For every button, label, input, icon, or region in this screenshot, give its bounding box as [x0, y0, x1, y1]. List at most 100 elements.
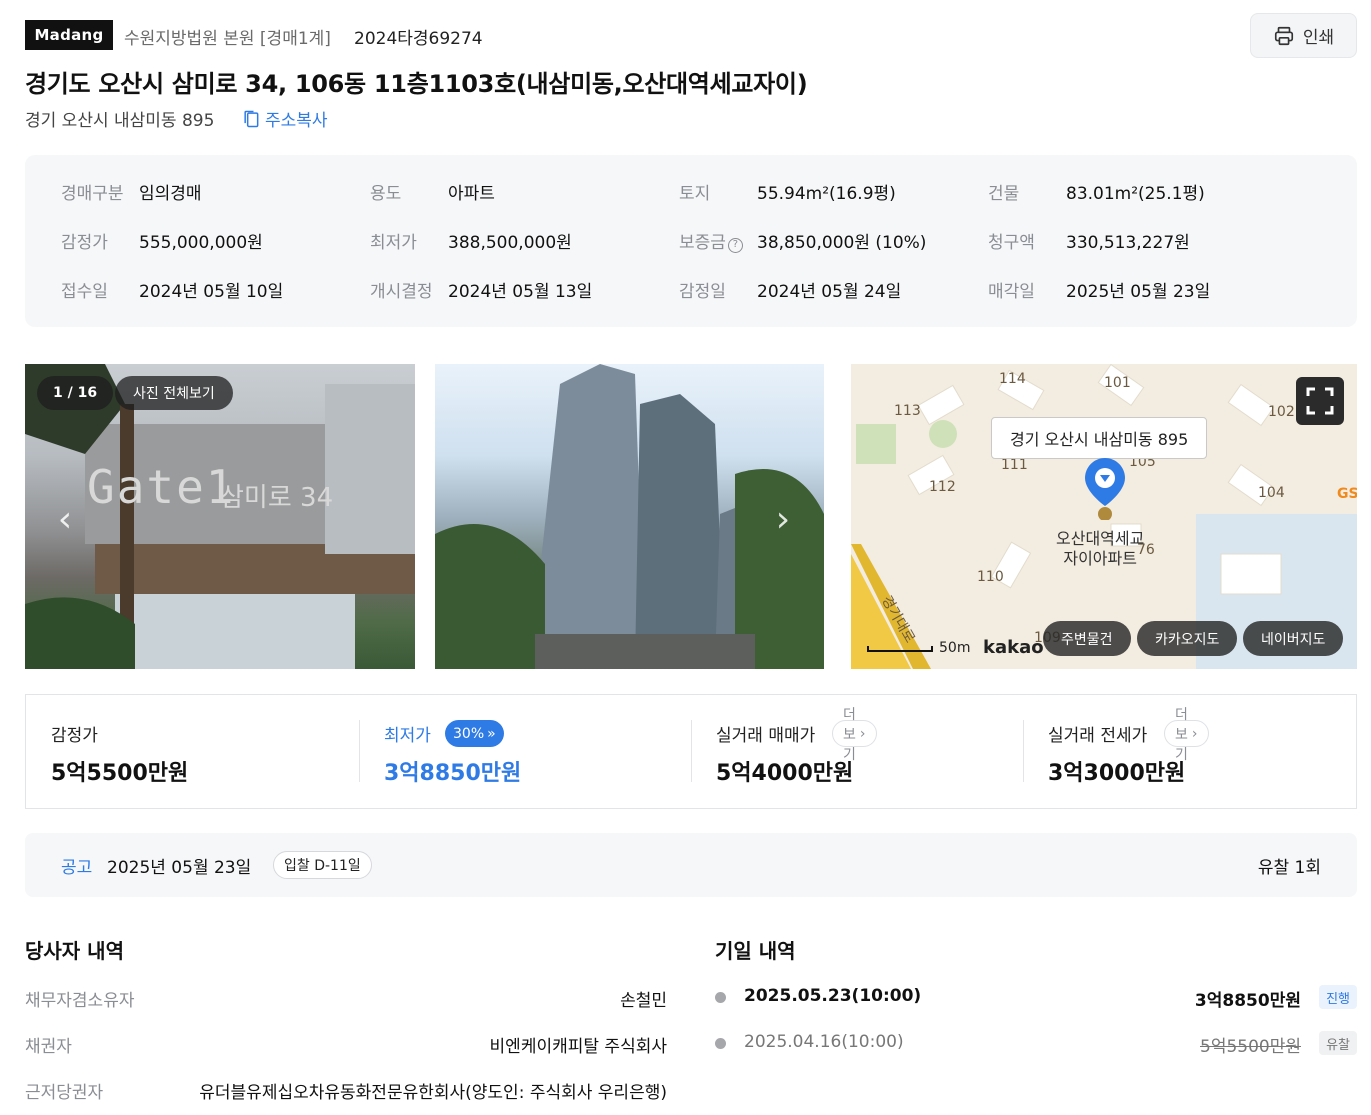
info-value: 55.94m²(16.9평)	[757, 184, 896, 204]
map-place-name-line: 오산대역세교	[1056, 529, 1145, 548]
discount-badge[interactable]: 30% »	[445, 720, 504, 747]
party-value: 유더블유제십오차유동화전문유한회사(양도인: 주식회사 우리은행)	[199, 1083, 667, 1103]
divider	[1023, 720, 1024, 782]
map-place-name-line: 자이아파트	[1063, 549, 1137, 568]
map-provider-logo: kakao	[983, 637, 1044, 658]
gate-sign-sub: 삼미로 34	[220, 483, 334, 513]
info-label: 감정일	[679, 282, 726, 302]
party-key: 채무자겸소유자	[25, 991, 135, 1011]
photo-counter: 1 / 16	[37, 376, 114, 410]
fail-count: 유찰 1회	[1257, 858, 1321, 878]
info-value: 83.01m²(25.1평)	[1066, 184, 1205, 204]
appraisal-label: 감정가	[51, 726, 98, 746]
map-building-label: 114	[999, 371, 1026, 387]
auction-info-panel: 경매구분 임의경매 용도 아파트 토지 55.94m²(16.9평) 건물 83…	[25, 155, 1357, 327]
gate-sign-text: Gate1	[87, 460, 236, 514]
print-button[interactable]: 인쇄	[1250, 13, 1357, 58]
info-label: 최저가	[370, 233, 417, 253]
copy-address-label: 주소복사	[265, 111, 328, 131]
naver-map-button[interactable]: 네이버지도	[1243, 621, 1344, 656]
party-row: 채무자겸소유자 손철민	[25, 986, 667, 1011]
jibun-address: 경기 오산시 내삼미동 895	[25, 111, 215, 131]
divider	[691, 720, 692, 782]
map-building-label: 102	[1268, 404, 1295, 420]
map-building-label: 111	[1001, 457, 1028, 473]
info-value: 555,000,000원	[139, 233, 263, 253]
location-pin-icon	[1085, 458, 1125, 520]
jeonse-label: 실거래 전세가	[1048, 726, 1148, 746]
expand-map-button[interactable]	[1296, 377, 1344, 425]
bid-dday-badge: 입찰 D-11일	[273, 851, 372, 879]
notice-label: 공고	[61, 858, 93, 878]
fullscreen-icon	[1306, 387, 1334, 415]
info-label: 건물	[988, 184, 1020, 204]
party-key: 근저당권자	[25, 1083, 104, 1103]
party-row: 채권자 비엔케이캐피탈 주식회사	[25, 1032, 667, 1057]
scale-label: 50m	[939, 640, 971, 656]
print-label: 인쇄	[1302, 28, 1335, 48]
property-photo-1[interactable]: Gate1 삼미로 34 1 / 16 사진 전체보기 ‹	[25, 364, 415, 669]
status-badge: 진행	[1319, 985, 1357, 1009]
double-chevron-down-icon: »	[487, 725, 496, 742]
map-address-tooltip: 경기 오산시 내삼미동 895	[991, 417, 1208, 459]
chevron-right-icon: ›	[859, 725, 866, 742]
kakao-map-button[interactable]: 카카오지도	[1137, 621, 1238, 656]
info-value: 2024년 05월 13일	[448, 282, 593, 302]
next-photo-arrow-icon[interactable]: ›	[768, 499, 798, 540]
help-icon[interactable]: ?	[727, 238, 743, 253]
info-label: 용도	[370, 184, 402, 204]
page-title: 경기도 오산시 삼미로 34, 106동 11층1103호(내삼미동,오산대역세…	[25, 70, 808, 98]
divider	[359, 720, 360, 782]
info-label: 감정가	[61, 233, 108, 253]
date-row: 2025.05.23(10:00) 3억8850만원 진행	[715, 985, 1357, 1011]
madang-logo[interactable]: Madang	[25, 20, 113, 50]
court-name: 수원지방법원 본원 [경매1계]	[124, 29, 331, 49]
property-photo-2[interactable]: ›	[435, 364, 824, 669]
date-amount: 5억5500만원	[1200, 1037, 1301, 1057]
map-building-label: 112	[929, 479, 956, 495]
copy-address-button[interactable]: 주소복사	[241, 106, 328, 131]
info-value: 아파트	[448, 184, 495, 204]
location-map[interactable]: 114 101 113 102 111 105 112 104 110 109 …	[851, 364, 1357, 669]
info-label: 매각일	[988, 282, 1035, 302]
discount-percent: 30%	[453, 725, 485, 742]
trade-value: 5억4000만원	[716, 761, 854, 786]
date-value: 2025.04.16(10:00)	[744, 1032, 904, 1052]
info-value: 2024년 05월 24일	[757, 282, 902, 302]
party-key: 채권자	[25, 1037, 72, 1057]
nearby-listings-button[interactable]: 주변물건	[1043, 621, 1131, 656]
map-building-label: 104	[1258, 485, 1285, 501]
prev-photo-arrow-icon[interactable]: ‹	[50, 499, 80, 540]
view-all-photos-button[interactable]: 사진 전체보기	[115, 376, 233, 410]
info-label: 접수일	[61, 282, 108, 302]
scale-bar	[867, 646, 933, 652]
info-value: 2025년 05월 23일	[1066, 282, 1211, 302]
map-building-label: 101	[1104, 375, 1131, 391]
photo-illustration	[435, 364, 824, 669]
info-label: 경매구분	[61, 184, 124, 204]
chevron-right-icon: ›	[1191, 725, 1198, 742]
date-amount: 3억8850만원	[1194, 991, 1301, 1011]
printer-icon	[1274, 26, 1293, 45]
info-label: 보증금?	[679, 228, 743, 253]
minimum-label: 최저가	[384, 726, 431, 746]
jeonse-more-button[interactable]: 더보기 ›	[1164, 707, 1209, 763]
status-badge: 유찰	[1319, 1031, 1357, 1055]
info-value: 388,500,000원	[448, 233, 572, 253]
jeonse-value: 3억3000만원	[1048, 761, 1186, 786]
appraisal-value: 5억5500만원	[51, 761, 189, 786]
dates-title: 기일 내역	[715, 939, 796, 963]
info-value: 임의경매	[139, 184, 202, 204]
case-number: 2024타경69274	[354, 29, 483, 49]
info-value: 38,850,000원 (10%)	[757, 233, 927, 253]
map-building-label: 113	[894, 403, 921, 419]
map-gs-label: GS	[1337, 486, 1357, 502]
info-label: 청구액	[988, 233, 1035, 253]
notice-bar: 공고 2025년 05월 23일 입찰 D-11일 유찰 1회	[25, 833, 1357, 897]
map-place-name: 오산대역세교 자이아파트	[1056, 529, 1144, 569]
price-summary: 감정가 5억5500만원 최저가 30% » 3억8850만원 실거래 매매가 …	[25, 694, 1357, 809]
info-label: 개시결정	[370, 282, 433, 302]
party-value: 비엔케이캐피탈 주식회사	[489, 1037, 667, 1057]
trade-more-button[interactable]: 더보기 ›	[832, 707, 877, 763]
copy-icon	[244, 110, 259, 127]
